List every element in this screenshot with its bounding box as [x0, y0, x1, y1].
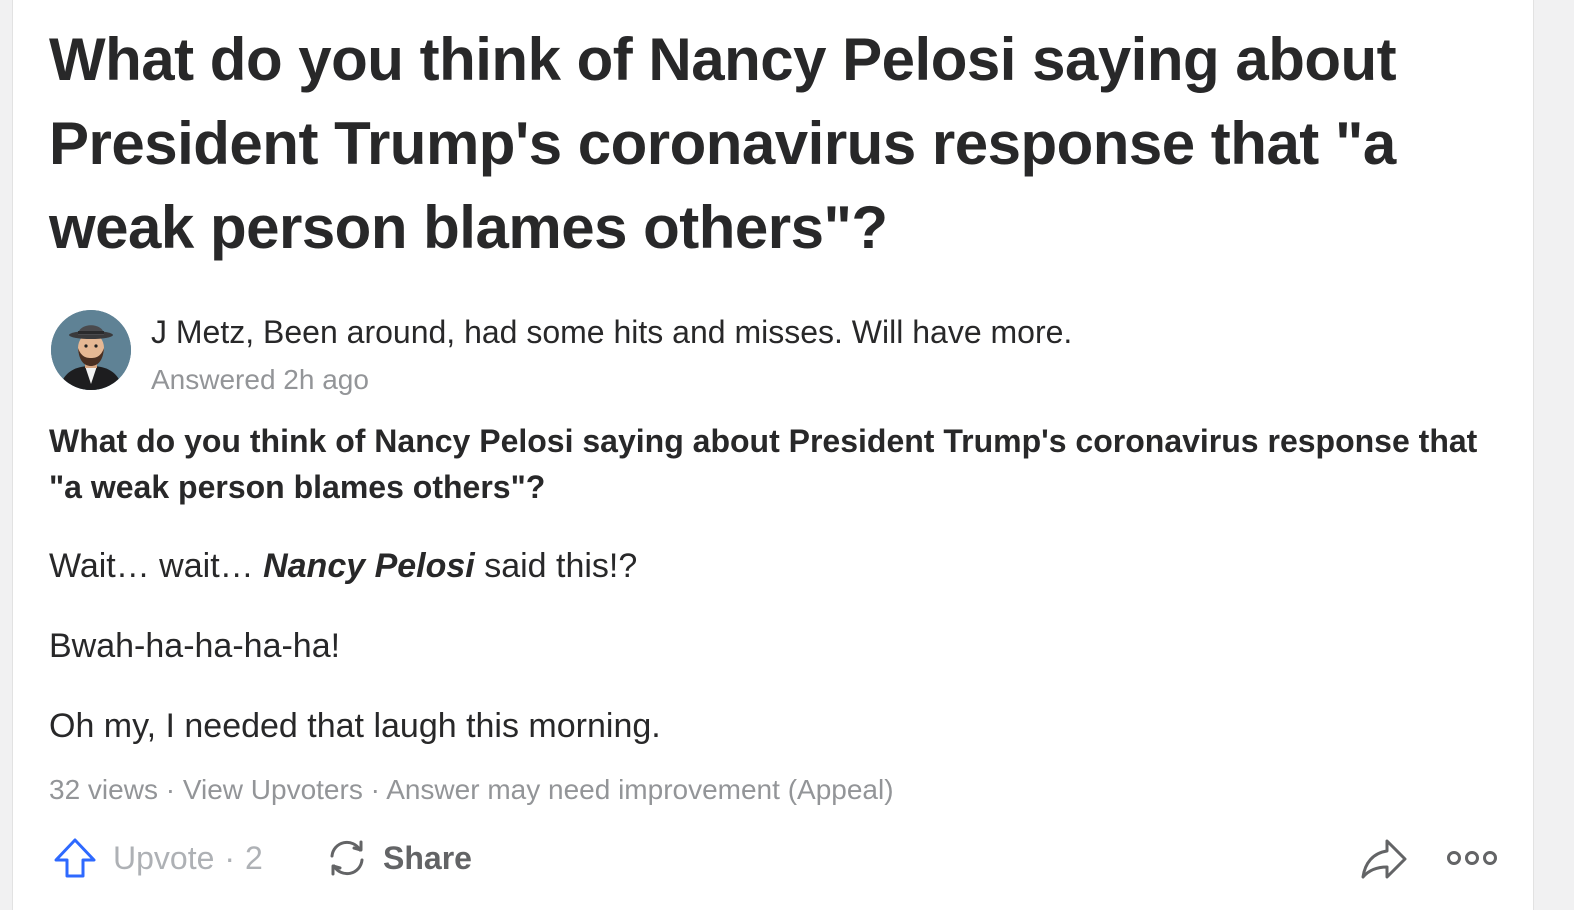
answer-card: What do you think of Nancy Pelosi saying…: [12, 0, 1534, 910]
author-row: J Metz, Been around, had some hits and m…: [49, 308, 1489, 398]
answered-timestamp[interactable]: Answered 2h ago: [151, 362, 369, 398]
question-title[interactable]: What do you think of Nancy Pelosi saying…: [49, 18, 1469, 270]
avatar[interactable]: [51, 310, 131, 390]
answer-paragraph-1-emphasis: Nancy Pelosi: [263, 547, 475, 585]
improvement-notice: Answer may need improvement: [386, 774, 780, 805]
upvote-separator: ·: [224, 839, 236, 876]
more-options-button[interactable]: [1445, 828, 1499, 888]
stats-separator: ·: [362, 774, 387, 805]
answer-paragraph-1: Wait… wait… Nancy Pelosi said this!?: [49, 544, 637, 588]
answer-paragraph-1-start: Wait… wait…: [49, 547, 264, 585]
upvote-arrow-icon: [51, 834, 99, 882]
answer-paragraph-2: Bwah-ha-ha-ha-ha!: [49, 627, 341, 665]
appeal-link[interactable]: (Appeal): [788, 774, 894, 805]
action-bar: Upvote · 2 Share: [49, 828, 1509, 888]
stats-separator: ·: [157, 774, 183, 805]
answer-question-repeat: What do you think of Nancy Pelosi saying…: [49, 423, 1478, 505]
share-arrow-icon: [1359, 833, 1409, 883]
upvote-button[interactable]: Upvote · 2: [51, 828, 263, 888]
view-upvoters-link[interactable]: View Upvoters: [183, 774, 363, 805]
upvote-label: Upvote: [113, 839, 215, 876]
answer-stats: 32 views · View Upvoters · Answer may ne…: [49, 772, 894, 808]
share-label: Share: [383, 839, 472, 876]
share-button[interactable]: Share: [323, 828, 472, 888]
answer-paragraph-3: Oh my, I needed that laugh this morning.: [49, 707, 661, 745]
upvote-count: 2: [245, 839, 263, 876]
more-options-icon: [1445, 843, 1499, 873]
refresh-share-icon: [323, 834, 371, 882]
share-arrow-button[interactable]: [1359, 828, 1409, 888]
author-credential[interactable]: J Metz, Been around, had some hits and m…: [151, 312, 1072, 352]
avatar-man-in-fedora-icon: [51, 310, 131, 390]
answer-paragraph-1-end: said this!?: [474, 547, 638, 585]
views-count: 32 views: [49, 774, 158, 805]
